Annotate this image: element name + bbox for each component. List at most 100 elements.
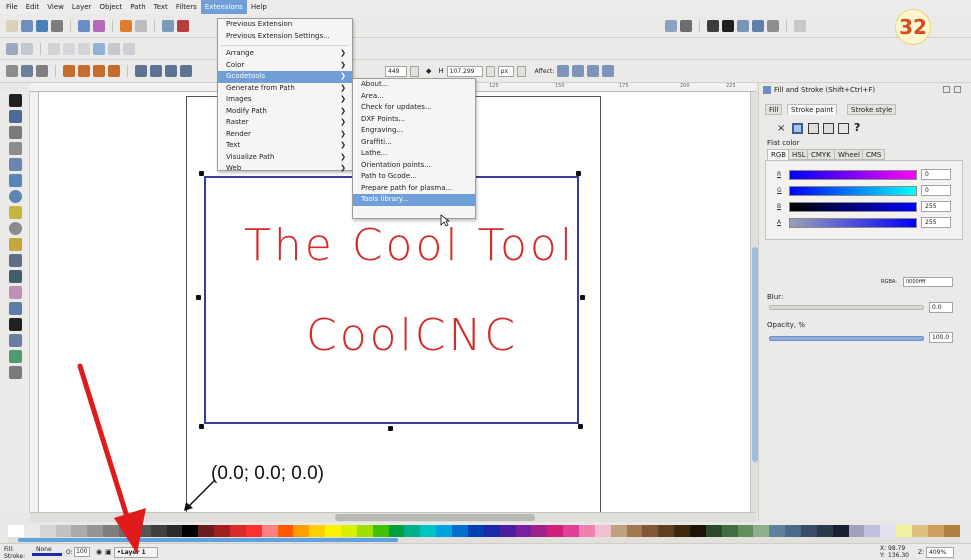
palette-swatch[interactable] xyxy=(785,525,801,537)
canvas-text-line-2[interactable]: CoolCNC xyxy=(306,310,518,361)
opacity-slider[interactable] xyxy=(769,336,924,341)
linear-gradient-icon[interactable] xyxy=(808,123,819,134)
snap-corners-icon[interactable] xyxy=(63,42,75,55)
flat-color-icon[interactable] xyxy=(792,123,803,134)
palette-swatch[interactable] xyxy=(769,525,786,537)
tab-rgb[interactable]: RGB xyxy=(767,149,791,160)
cut-icon[interactable] xyxy=(177,19,189,32)
horizontal-scroll-thumb[interactable] xyxy=(335,514,535,521)
snap-midpoints-icon[interactable] xyxy=(78,42,90,55)
palette-swatch[interactable] xyxy=(594,525,611,537)
xml-editor-icon[interactable] xyxy=(680,19,692,32)
panel-iconify-icon[interactable] xyxy=(943,86,950,93)
menu-text-ext[interactable]: Text ❯ xyxy=(218,140,352,152)
menu-lathe[interactable]: Lathe... xyxy=(353,148,475,160)
selection-handle[interactable] xyxy=(576,171,581,176)
save-icon[interactable] xyxy=(36,19,48,32)
menu-web[interactable]: Web ❯ xyxy=(218,163,352,175)
snap-bbox-icon[interactable] xyxy=(21,42,33,55)
lower-to-bottom-icon[interactable] xyxy=(180,65,192,77)
palette-swatch[interactable] xyxy=(610,525,627,537)
palette-swatch[interactable] xyxy=(388,525,405,537)
palette-swatch[interactable] xyxy=(404,525,421,537)
palette-swatch[interactable] xyxy=(198,525,215,537)
blue-value-field[interactable]: 255 xyxy=(921,201,951,212)
3d-box-tool-icon[interactable] xyxy=(9,174,22,187)
node-tool-icon[interactable] xyxy=(9,110,22,123)
tab-stroke-paint[interactable]: Stroke paint xyxy=(787,104,838,115)
zoom-field[interactable]: 409% xyxy=(926,547,954,558)
menu-file[interactable]: File xyxy=(2,0,22,14)
unset-paint-icon[interactable]: ? xyxy=(854,121,860,134)
menu-gcodetools[interactable]: Gcodetools ❯ xyxy=(218,71,352,83)
redo-icon[interactable] xyxy=(135,19,147,32)
layers-icon[interactable] xyxy=(737,19,749,32)
panel-close-icon[interactable] xyxy=(954,86,961,93)
menu-graffiti[interactable]: Graffiti... xyxy=(353,137,475,149)
canvas-text-line-1[interactable]: The Cool Tool xyxy=(244,220,575,271)
palette-swatch[interactable] xyxy=(943,525,960,537)
connector-tool-icon[interactable] xyxy=(9,334,22,347)
menu-render[interactable]: Render ❯ xyxy=(218,129,352,141)
palette-swatch[interactable] xyxy=(499,525,516,537)
height-field[interactable]: 107.299 xyxy=(446,65,483,77)
tab-cms[interactable]: CMS xyxy=(862,149,886,160)
selection-handle[interactable] xyxy=(199,424,204,429)
palette-swatch[interactable] xyxy=(531,525,548,537)
pen-tool-icon[interactable] xyxy=(9,254,22,267)
unit-select[interactable]: px xyxy=(497,65,514,77)
menu-path-to-gcode[interactable]: Path to Gcode... xyxy=(353,171,475,183)
text-tool-icon[interactable] xyxy=(9,318,22,331)
lower-icon[interactable] xyxy=(165,65,177,77)
palette-swatch[interactable] xyxy=(214,525,231,537)
flip-horizontal-icon[interactable] xyxy=(93,65,105,77)
align-icon[interactable] xyxy=(752,19,764,32)
selector-tool-icon[interactable] xyxy=(9,94,22,107)
palette-swatch[interactable] xyxy=(341,525,357,537)
spray-tool-icon[interactable] xyxy=(9,302,22,315)
tab-wheel[interactable]: Wheel xyxy=(834,149,864,160)
menu-area[interactable]: Area... xyxy=(353,91,475,103)
spiral-tool-icon[interactable] xyxy=(9,222,22,235)
menu-help[interactable]: Help xyxy=(247,0,271,14)
fill-value[interactable]: None xyxy=(36,546,52,553)
deselect-icon[interactable] xyxy=(36,65,48,77)
menu-orientation-points[interactable]: Orientation points... xyxy=(353,160,475,172)
transform-icon[interactable] xyxy=(767,19,779,32)
text-tool-icon[interactable] xyxy=(722,19,734,32)
palette-swatch[interactable] xyxy=(277,525,294,537)
stroke-swatch[interactable] xyxy=(32,553,62,556)
palette-swatch[interactable] xyxy=(896,525,912,537)
palette-swatch[interactable] xyxy=(39,525,56,537)
palette-swatch[interactable] xyxy=(182,525,199,537)
palette-swatch[interactable] xyxy=(515,525,532,537)
palette-swatch[interactable] xyxy=(467,525,484,537)
pencil-tool-icon[interactable] xyxy=(9,238,22,251)
tab-cmyk[interactable]: CMYK xyxy=(807,149,835,160)
palette-swatch[interactable] xyxy=(800,525,817,537)
palette-swatch[interactable] xyxy=(563,525,579,537)
width-field[interactable]: 449 xyxy=(385,65,407,77)
menu-path[interactable]: Path xyxy=(126,0,149,14)
menu-object[interactable]: Object xyxy=(95,0,126,14)
fill-stroke-icon[interactable] xyxy=(665,19,677,32)
height-spinner[interactable] xyxy=(485,65,495,77)
import-icon[interactable] xyxy=(78,19,90,32)
palette-swatch[interactable] xyxy=(864,525,881,537)
red-value-field[interactable]: 0 xyxy=(921,169,951,180)
menu-about[interactable]: About... xyxy=(353,79,475,91)
rotate-ccw-icon[interactable] xyxy=(63,65,75,77)
zoom-tool-icon[interactable] xyxy=(9,142,22,155)
snap-edges-icon[interactable] xyxy=(48,42,60,55)
blur-value-field[interactable]: 0.0 xyxy=(929,302,953,313)
radial-gradient-icon[interactable] xyxy=(823,123,834,134)
palette-swatch[interactable] xyxy=(547,525,564,537)
print-icon[interactable] xyxy=(51,19,63,32)
star-tool-icon[interactable] xyxy=(9,206,22,219)
menu-engraving[interactable]: Engraving... xyxy=(353,125,475,137)
undo-icon[interactable] xyxy=(120,19,132,32)
palette-swatch[interactable] xyxy=(658,525,675,537)
selection-handle[interactable] xyxy=(580,295,585,300)
gradient-tool-icon[interactable] xyxy=(9,350,22,363)
opacity-value-field[interactable]: 100.0 xyxy=(929,332,953,343)
